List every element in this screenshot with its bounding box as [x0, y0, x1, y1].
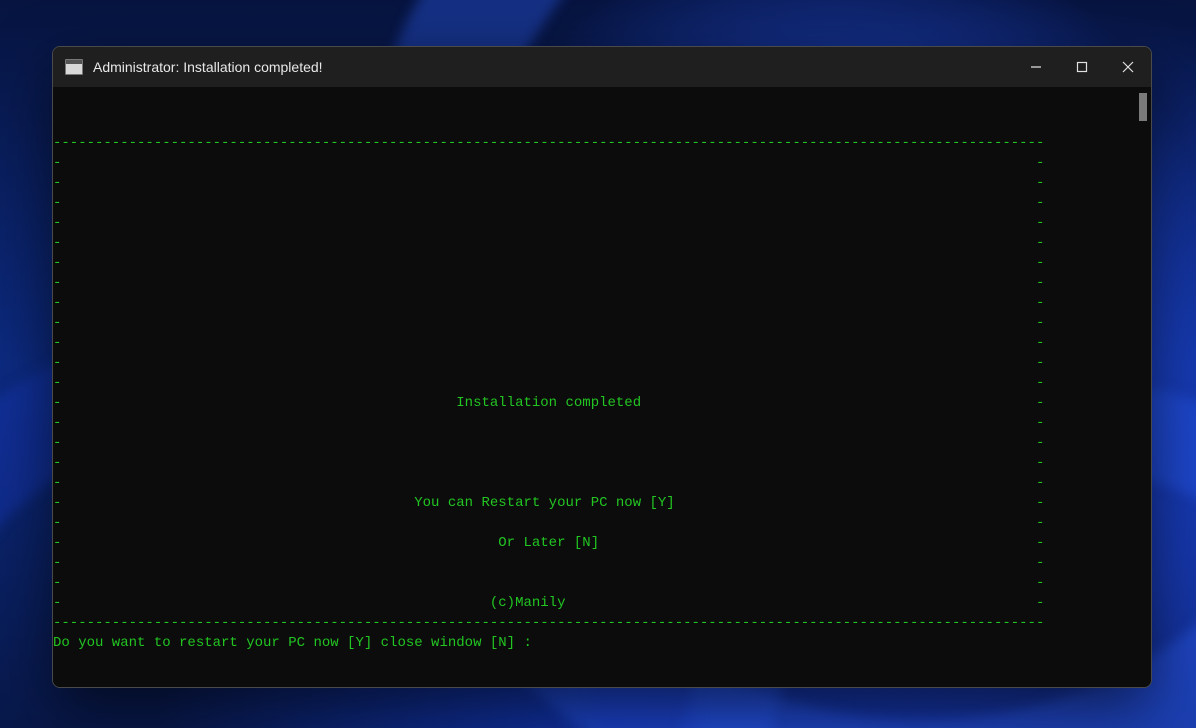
close-button[interactable]: [1105, 47, 1151, 87]
terminal-window: Administrator: Installation completed! -…: [52, 46, 1152, 688]
titlebar[interactable]: Administrator: Installation completed!: [53, 47, 1151, 87]
terminal-text: ----------------------------------------…: [53, 127, 1151, 653]
maximize-button[interactable]: [1059, 47, 1105, 87]
close-icon: [1122, 61, 1134, 73]
maximize-icon: [1076, 61, 1088, 73]
scrollbar-thumb[interactable]: [1139, 93, 1147, 121]
minimize-button[interactable]: [1013, 47, 1059, 87]
cmd-icon: [65, 59, 83, 75]
desktop-background: Administrator: Installation completed! -…: [0, 0, 1196, 728]
minimize-icon: [1030, 61, 1042, 73]
terminal-output[interactable]: ----------------------------------------…: [53, 87, 1151, 687]
window-title: Administrator: Installation completed!: [93, 59, 323, 75]
